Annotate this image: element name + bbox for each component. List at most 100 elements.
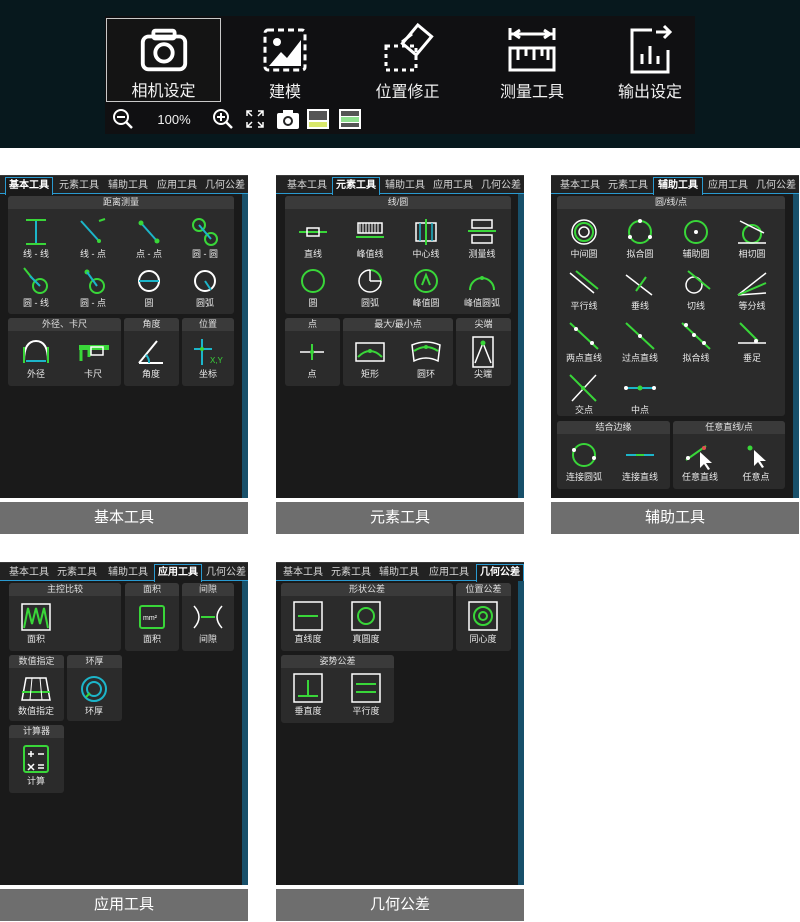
tab-element-tools[interactable]: 元素工具 [328, 565, 374, 581]
group-title: 圆/线/点 [557, 196, 785, 209]
tool-connect-line[interactable]: 连接直线 [615, 437, 665, 487]
tab-basic-tools[interactable]: 基本工具 [280, 565, 326, 581]
tool-midpoint[interactable]: 中点 [615, 370, 665, 420]
point-icon [300, 344, 324, 360]
tool-line-point[interactable]: 线 - 点 [68, 214, 118, 264]
tab-app-tools[interactable]: 应用工具 [154, 178, 200, 194]
tab-basic-tools[interactable]: 基本工具 [284, 178, 330, 194]
tool-outer-diameter[interactable]: 外径 [11, 334, 61, 384]
tab-geo-tolerance[interactable]: 几何公差 [202, 178, 248, 194]
tool-arc[interactable]: 圆弧 [345, 263, 395, 313]
tool-roundness[interactable]: 真圆度 [341, 599, 391, 649]
tool-coordinate[interactable]: X,Y 坐标 [183, 334, 233, 384]
tool-perpendicularity[interactable]: 垂直度 [283, 671, 333, 721]
snapshot-button[interactable] [275, 106, 301, 132]
scrollbar[interactable] [242, 581, 248, 885]
tool-measure-line[interactable]: 测量线 [457, 214, 507, 264]
tab-app-tools[interactable]: 应用工具 [705, 178, 751, 194]
camera-settings-button[interactable]: 相机设定 [106, 18, 221, 102]
scrollbar[interactable] [793, 194, 799, 498]
tool-circle-line[interactable]: 圆 - 线 [11, 263, 61, 313]
arc-radius-icon [194, 270, 216, 292]
tool-aux-circle[interactable]: 辅助圆 [671, 214, 721, 264]
measure-tools-button[interactable]: 测量工具 [477, 18, 587, 102]
tool-point-point[interactable]: 点 - 点 [124, 214, 174, 264]
tool-line-line[interactable]: 线 - 线 [11, 214, 61, 264]
tool-area[interactable]: mm² 面积 [127, 599, 177, 649]
tab-app-tools[interactable]: 应用工具 [426, 565, 472, 581]
zoom-out-button[interactable] [111, 106, 135, 132]
tool-ring[interactable]: 圆环 [401, 334, 451, 384]
tab-aux-tools[interactable]: 辅助工具 [653, 177, 703, 195]
tab-aux-tools[interactable]: 辅助工具 [104, 565, 152, 581]
tool-point[interactable]: 点 [287, 334, 337, 384]
tool-fit-line[interactable]: 拟合线 [671, 318, 721, 368]
tool-any-point[interactable]: 任意点 [731, 437, 781, 487]
tool-circle[interactable]: 圆 [288, 263, 338, 313]
tool-circle-point[interactable]: 圆 - 点 [68, 263, 118, 313]
tool-connect-arc[interactable]: 连接圆弧 [559, 437, 609, 487]
coordinate-icon: X,Y [194, 339, 224, 365]
tool-any-line[interactable]: 任意直线 [675, 437, 725, 487]
tool-peak-arc[interactable]: 峰值圆弧 [457, 263, 507, 313]
scrollbar[interactable] [518, 194, 524, 498]
tool-center-line[interactable]: 中心线 [401, 214, 451, 264]
scrollbar[interactable] [518, 581, 524, 885]
tab-aux-tools[interactable]: 辅助工具 [382, 178, 428, 194]
tool-foot-point[interactable]: 垂足 [727, 318, 777, 368]
tool-peak-line[interactable]: 峰值线 [345, 214, 395, 264]
tab-geo-tolerance[interactable]: 几何公差 [753, 178, 799, 194]
zoom-in-button[interactable] [211, 106, 235, 132]
tool-caliper[interactable]: 卡尺 [68, 334, 118, 384]
tool-concentricity[interactable]: 同心度 [458, 599, 508, 649]
tool-circle-circle[interactable]: 圆 - 圆 [180, 214, 230, 264]
fit-screen-button[interactable] [243, 106, 267, 132]
tool-calculator[interactable]: 计算 [11, 741, 61, 791]
tool-master-area[interactable]: 面积 [11, 599, 61, 649]
tab-geo-tolerance[interactable]: 几何公差 [478, 178, 524, 194]
tab-element-tools[interactable]: 元素工具 [605, 178, 651, 194]
modeling-label: 建模 [268, 84, 301, 101]
tab-element-tools[interactable]: 元素工具 [56, 178, 102, 194]
tool-straightness[interactable]: 直线度 [283, 599, 333, 649]
tab-element-tools[interactable]: 元素工具 [54, 565, 100, 581]
position-correction-button[interactable]: 位置修正 [345, 18, 470, 102]
tab-aux-tools[interactable]: 辅助工具 [104, 178, 152, 194]
tab-basic-tools[interactable]: 基本工具 [5, 177, 53, 195]
tab-app-tools[interactable]: 应用工具 [154, 564, 202, 582]
tab-element-tools[interactable]: 元素工具 [332, 177, 380, 195]
tool-parallelism[interactable]: 平行度 [341, 671, 391, 721]
tool-point-line[interactable]: 过点直线 [615, 318, 665, 368]
tool-two-point-line[interactable]: 两点直线 [559, 318, 609, 368]
tool-peak-circle[interactable]: 峰值圆 [401, 263, 451, 313]
tool-gap[interactable]: 间隙 [183, 599, 233, 649]
tab-aux-tools[interactable]: 辅助工具 [376, 565, 422, 581]
modeling-button[interactable]: 建模 [230, 18, 340, 102]
tab-geo-tolerance[interactable]: 几何公差 [204, 565, 248, 581]
tool-tangent-circle[interactable]: 相切圆 [727, 214, 777, 264]
tool-fit-circle[interactable]: 拟合圆 [615, 214, 665, 264]
scrollbar[interactable] [242, 194, 248, 498]
tool-intersection[interactable]: 交点 [559, 370, 609, 420]
tool-angle[interactable]: 角度 [126, 334, 176, 384]
caliper-icon [79, 345, 109, 361]
tab-basic-tools[interactable]: 基本工具 [6, 565, 52, 581]
tool-perpendicular-line[interactable]: 垂线 [615, 266, 665, 316]
tool-arc[interactable]: 圆弧 [180, 263, 230, 313]
tool-line[interactable]: 直线 [288, 214, 338, 264]
tab-app-tools[interactable]: 应用工具 [430, 178, 476, 194]
tool-tangent-line[interactable]: 切线 [671, 266, 721, 316]
tool-numeric-specify[interactable]: 数值指定 [11, 671, 61, 721]
output-settings-button[interactable]: 输出设定 [595, 18, 705, 102]
view-mode-2-button[interactable] [337, 106, 363, 132]
tab-geo-tolerance[interactable]: 几何公差 [476, 564, 524, 582]
tool-rectangle[interactable]: 矩形 [345, 334, 395, 384]
tool-circle[interactable]: 圆 [124, 263, 174, 313]
view-mode-1-button[interactable] [305, 106, 331, 132]
tool-ring-thickness[interactable]: 环厚 [69, 671, 119, 721]
tool-tip[interactable]: 尖端 [458, 334, 508, 384]
tool-parallel-line[interactable]: 平行线 [559, 266, 609, 316]
tab-basic-tools[interactable]: 基本工具 [557, 178, 603, 194]
tool-bisector-line[interactable]: 等分线 [727, 266, 777, 316]
tool-middle-circle[interactable]: 中间圆 [559, 214, 609, 264]
